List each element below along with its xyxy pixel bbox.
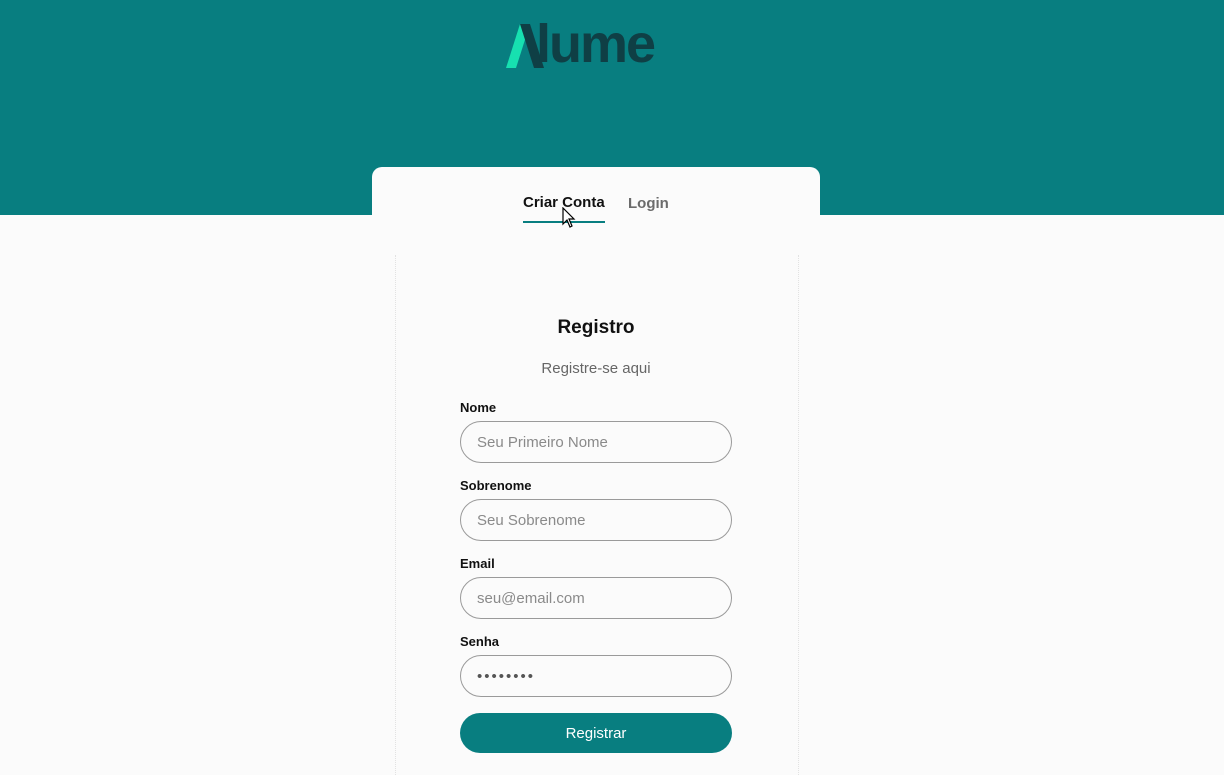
senha-input[interactable] xyxy=(460,655,732,697)
nome-input[interactable] xyxy=(460,421,732,463)
email-input[interactable] xyxy=(460,577,732,619)
nome-label: Nome xyxy=(460,400,497,415)
form-subtitle: Registre-se aqui xyxy=(541,360,651,377)
auth-card: Criar Conta Login Registro Registre-se a… xyxy=(372,167,820,775)
form-title: Registro xyxy=(557,317,635,338)
sobrenome-label: Sobrenome xyxy=(460,478,532,493)
email-label: Email xyxy=(460,556,495,571)
senha-label: Senha xyxy=(460,634,500,649)
sobrenome-input[interactable] xyxy=(460,499,732,541)
auth-tabs: Criar Conta Login xyxy=(372,167,820,227)
registrar-button[interactable]: Registrar xyxy=(460,713,732,753)
mouse-pointer-icon xyxy=(562,207,576,228)
alume-logo: lume xyxy=(506,16,688,72)
logo-wordmark: lume xyxy=(536,14,656,74)
tab-login[interactable]: Login xyxy=(628,194,669,222)
